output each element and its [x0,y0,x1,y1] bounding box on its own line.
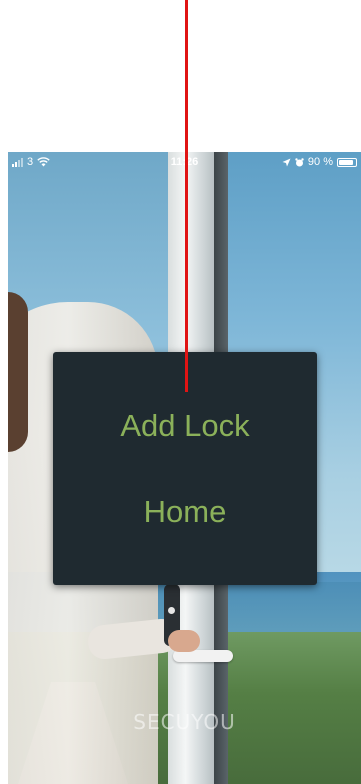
alarm-clock-icon [295,157,304,166]
add-lock-menu-item[interactable]: Add Lock [53,406,317,446]
brand-watermark: SECUYOU [133,710,236,734]
page: SECUYOU 3 11:26 [0,0,361,784]
battery-icon [337,157,357,167]
battery-percent: 90 % [307,156,333,168]
annotation-line [185,0,188,392]
person-hair [8,292,28,452]
home-menu-item[interactable]: Home [53,492,317,532]
smart-lock-indicator [168,607,175,614]
location-arrow-icon [282,158,291,166]
battery-level-fill [339,159,354,165]
status-right: 90 % [282,156,357,168]
person-hand [168,630,200,652]
